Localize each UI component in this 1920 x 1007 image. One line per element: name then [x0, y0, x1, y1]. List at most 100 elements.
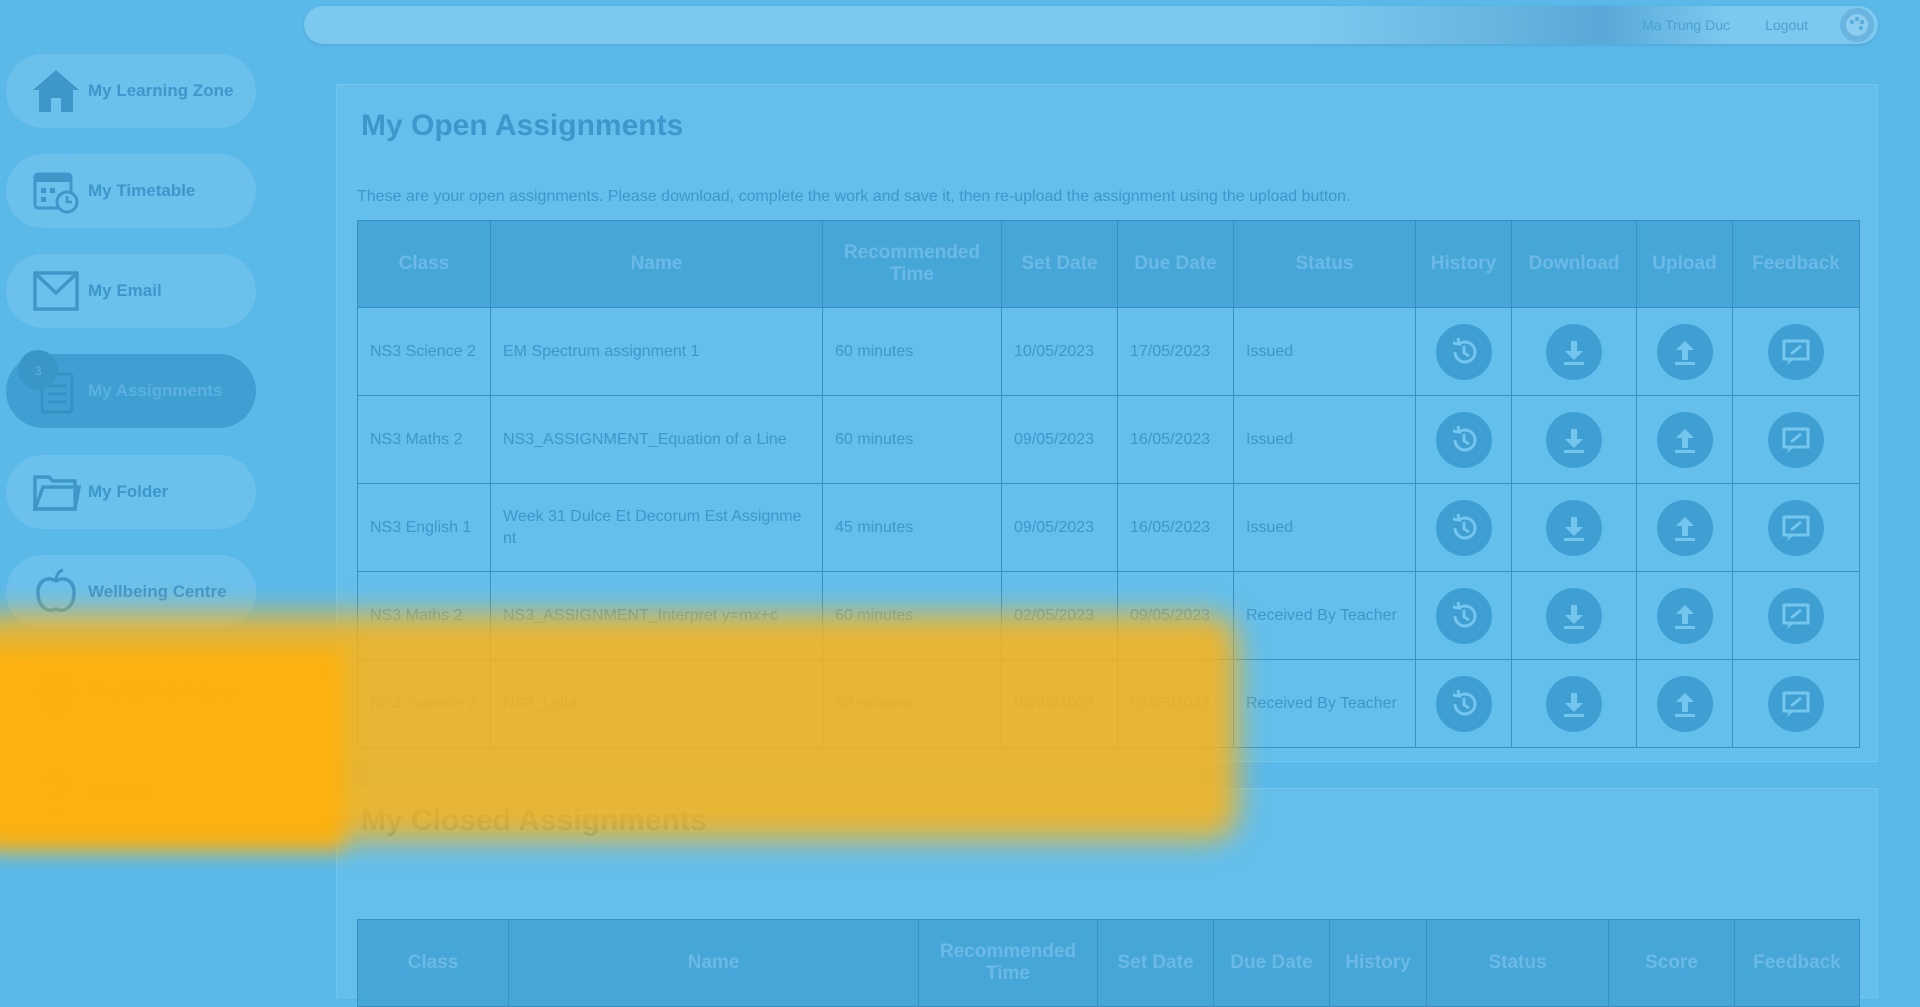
column-header-name[interactable]: Name [490, 220, 823, 308]
sun-sunglasses-icon [28, 664, 84, 720]
open-assignments-table: Class Name Recommended Time Set Date Due… [357, 220, 1860, 748]
column-header-history: History [1329, 919, 1427, 1007]
column-header-feedback: Feedback [1732, 220, 1860, 308]
history-button[interactable] [1435, 587, 1492, 644]
feedback-icon [1779, 335, 1813, 369]
cell-class: NS3 English 1 [357, 483, 491, 572]
upload-button[interactable] [1656, 411, 1713, 468]
cell-feedback [1732, 483, 1860, 572]
history-icon [1447, 335, 1481, 369]
house-icon [28, 63, 84, 119]
download-icon [1557, 599, 1591, 633]
history-button[interactable] [1435, 499, 1492, 556]
column-header-feedback: Feedback [1734, 919, 1860, 1007]
cell-status: Issued [1233, 483, 1416, 572]
feedback-button[interactable] [1768, 323, 1824, 380]
history-button[interactable] [1435, 323, 1492, 380]
cell-download [1511, 395, 1637, 484]
download-button[interactable] [1546, 675, 1602, 732]
cell-recommended-time: 60 minutes [822, 571, 1002, 660]
cell-recommended-time: 60 minutes [822, 307, 1002, 396]
cell-history [1415, 307, 1512, 396]
cell-status: Received By Teacher [1233, 659, 1416, 748]
upload-icon [1668, 423, 1702, 457]
column-header-due-date[interactable]: Due Date [1117, 220, 1234, 308]
sidebar-item-label: Wellbeing Centre [88, 582, 227, 601]
column-header-recommended-time[interactable]: Recommended Time [822, 220, 1002, 308]
cell-feedback [1732, 659, 1860, 748]
sidebar-item-chill-out-zone[interactable]: The Chill Out Zone [6, 655, 256, 729]
download-button[interactable] [1546, 411, 1602, 468]
download-icon [1557, 511, 1591, 545]
cell-feedback [1732, 307, 1860, 396]
history-icon [1447, 687, 1481, 721]
column-header-name[interactable]: Name [508, 919, 919, 1007]
table-row: NS3 Science 2 EM Spectrum assignment 1 60 … [357, 307, 1860, 396]
palette-icon[interactable] [1840, 8, 1874, 42]
cell-status: Issued [1233, 395, 1416, 484]
download-button[interactable] [1546, 323, 1602, 380]
folder-icon [28, 464, 84, 520]
column-header-class[interactable]: Class [357, 919, 509, 1007]
closed-assignments-title: My Closed Assignments [361, 804, 707, 837]
cell-history [1415, 483, 1512, 572]
column-header-recommended-time[interactable]: Recommended Time [918, 919, 1098, 1007]
feedback-button[interactable] [1768, 411, 1824, 468]
top-bar: Ma Trung Duc Logout [304, 6, 1878, 44]
history-button[interactable] [1435, 675, 1492, 732]
history-icon [1447, 511, 1481, 545]
sidebar-item-wellbeing-centre[interactable]: Wellbeing Centre [6, 555, 256, 629]
cell-class: NS3 Science 2 [357, 659, 491, 748]
upload-icon [1668, 599, 1702, 633]
download-button[interactable] [1546, 499, 1602, 556]
sidebar-item-my-folder[interactable]: My Folder [6, 455, 256, 529]
feedback-icon [1779, 511, 1813, 545]
feedback-button[interactable] [1768, 499, 1824, 556]
cell-status: Issued [1233, 307, 1416, 396]
cell-name: Week 31 Dulce Et Decorum Est Assignment [490, 483, 823, 572]
cell-due-date: 17/05/2023 [1117, 307, 1234, 396]
sidebar-item-my-learning-zone[interactable]: My Learning Zone [6, 54, 256, 128]
history-icon [1447, 599, 1481, 633]
feedback-icon [1779, 599, 1813, 633]
logout-link[interactable]: Logout [1765, 17, 1808, 33]
column-header-history: History [1415, 220, 1512, 308]
open-assignments-intro: These are your open assignments. Please … [357, 188, 1351, 205]
sidebar-item-my-email[interactable]: My Email [6, 254, 256, 328]
feedback-button[interactable] [1768, 587, 1824, 644]
cell-class: NS3 Maths 2 [357, 395, 491, 484]
download-button[interactable] [1546, 587, 1602, 644]
cell-upload [1636, 307, 1733, 396]
cell-upload [1636, 395, 1733, 484]
cell-due-date: 09/05/2023 [1117, 571, 1234, 660]
column-header-status[interactable]: Status [1426, 919, 1609, 1007]
upload-button[interactable] [1656, 587, 1713, 644]
closed-assignments-table: Class Name Recommended Time Set Date Due… [357, 919, 1860, 1007]
upload-button[interactable] [1656, 323, 1713, 380]
cell-set-date: 02/05/2023 [1001, 571, 1118, 660]
feedback-button[interactable] [1768, 675, 1824, 732]
table-row: NS3 Maths 2 NS3_ASSIGNMENT_Interpret y=mx… [357, 571, 1860, 660]
column-header-score[interactable]: Score [1608, 919, 1735, 1007]
cell-recommended-time: 60 minutes [822, 659, 1002, 748]
cell-download [1511, 307, 1637, 396]
cell-set-date: 02/05/2023 [1001, 659, 1118, 748]
table-row: NS3 Maths 2 NS3_ASSIGNMENT_Equation of a … [357, 395, 1860, 484]
sidebar-item-my-timetable[interactable]: My Timetable [6, 154, 256, 228]
column-header-due-date[interactable]: Due Date [1213, 919, 1330, 1007]
feedback-icon [1779, 423, 1813, 457]
column-header-class[interactable]: Class [357, 220, 491, 308]
column-header-set-date[interactable]: Set Date [1097, 919, 1214, 1007]
column-header-set-date[interactable]: Set Date [1001, 220, 1118, 308]
sidebar-item-how-to[interactable]: How To [6, 755, 256, 829]
sidebar-item-my-assignments[interactable]: 3 My Assignments [6, 350, 256, 428]
cell-download [1511, 571, 1637, 660]
history-button[interactable] [1435, 411, 1492, 468]
download-icon [1557, 335, 1591, 369]
table-row: NS3 English 1 Week 31 Dulce Et Decorum Es… [357, 483, 1860, 572]
upload-button[interactable] [1656, 675, 1713, 732]
user-name[interactable]: Ma Trung Duc [1642, 17, 1730, 33]
assignments-count-badge: 3 [18, 350, 58, 390]
column-header-status[interactable]: Status [1233, 220, 1416, 308]
upload-button[interactable] [1656, 499, 1713, 556]
